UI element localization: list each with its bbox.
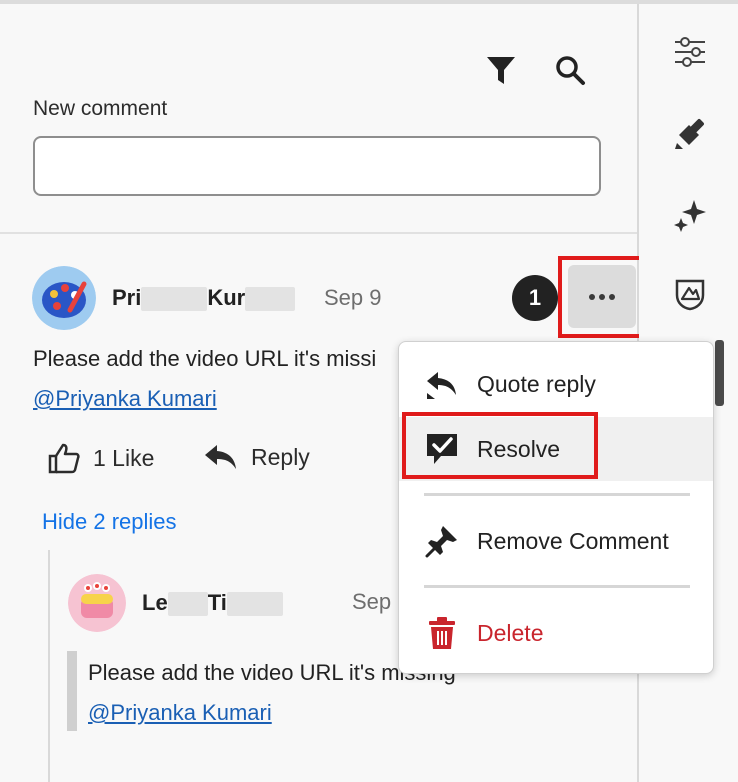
quote-reply-icon: [425, 367, 459, 401]
brush-icon[interactable]: [668, 112, 712, 156]
comment-count-badge: 1: [512, 275, 558, 321]
reply-mention-link[interactable]: @Priyanka Kumari: [88, 700, 272, 726]
quote-reply-label: Quote reply: [477, 370, 596, 397]
comment-mention-link[interactable]: @Priyanka Kumari: [33, 386, 217, 412]
delete-label: Delete: [477, 619, 544, 646]
thread-line: [48, 550, 50, 782]
menu-divider: [424, 493, 690, 496]
quote-bar: [67, 651, 77, 731]
comment-author: Pri Kur: [112, 285, 296, 312]
reply-avatar: [68, 574, 126, 632]
like-button[interactable]: 1 Like: [47, 442, 154, 474]
menu-divider: [424, 585, 690, 588]
pin-icon: [425, 524, 459, 558]
sliders-icon[interactable]: [668, 30, 712, 74]
menu-remove-comment[interactable]: Remove Comment: [399, 509, 713, 573]
remove-comment-label: Remove Comment: [477, 527, 669, 554]
redacted-name: [141, 287, 208, 312]
badge-shield-icon[interactable]: [668, 272, 712, 316]
trash-icon: [425, 616, 459, 650]
sparkle-icon[interactable]: [668, 192, 712, 236]
reply-icon: [205, 445, 236, 469]
menu-resolve[interactable]: Resolve: [399, 417, 713, 481]
resolve-check-icon: [425, 432, 459, 466]
comment-text: Please add the video URL it's missi: [33, 346, 377, 371]
redacted-name: [226, 592, 283, 617]
filter-icon[interactable]: [483, 52, 519, 88]
search-icon[interactable]: [552, 52, 588, 88]
reply-label: Reply: [251, 443, 310, 470]
rail-active-tab[interactable]: [715, 340, 724, 406]
comment-date: Sep 9: [324, 285, 382, 310]
like-label: 1 Like: [93, 444, 155, 471]
divider: [0, 232, 637, 234]
hide-replies-link[interactable]: Hide 2 replies: [42, 509, 177, 535]
reply-author-last: Ti: [207, 590, 227, 615]
redacted-name: [167, 592, 208, 617]
redacted-name: [245, 287, 296, 312]
new-comment-label: New comment: [33, 97, 168, 120]
menu-delete[interactable]: Delete: [399, 601, 713, 665]
menu-quote-reply[interactable]: Quote reply: [399, 352, 713, 416]
reply-date: Sep: [352, 589, 392, 614]
reply-author-first: Le: [142, 590, 168, 615]
comment-context-menu: Quote reply Resolve Remove Comment Delet…: [398, 341, 714, 674]
reply-author: Le Ti: [142, 590, 283, 617]
avatar: [32, 266, 96, 330]
new-comment-input[interactable]: [33, 136, 601, 196]
author-first: Pri: [112, 285, 142, 310]
author-last: Kur: [207, 285, 246, 310]
thumbs-up-icon: [48, 443, 80, 474]
more-options-button[interactable]: [568, 265, 636, 328]
more-icon: [589, 293, 595, 300]
resolve-label: Resolve: [477, 435, 561, 462]
reply-button[interactable]: Reply: [203, 442, 310, 472]
